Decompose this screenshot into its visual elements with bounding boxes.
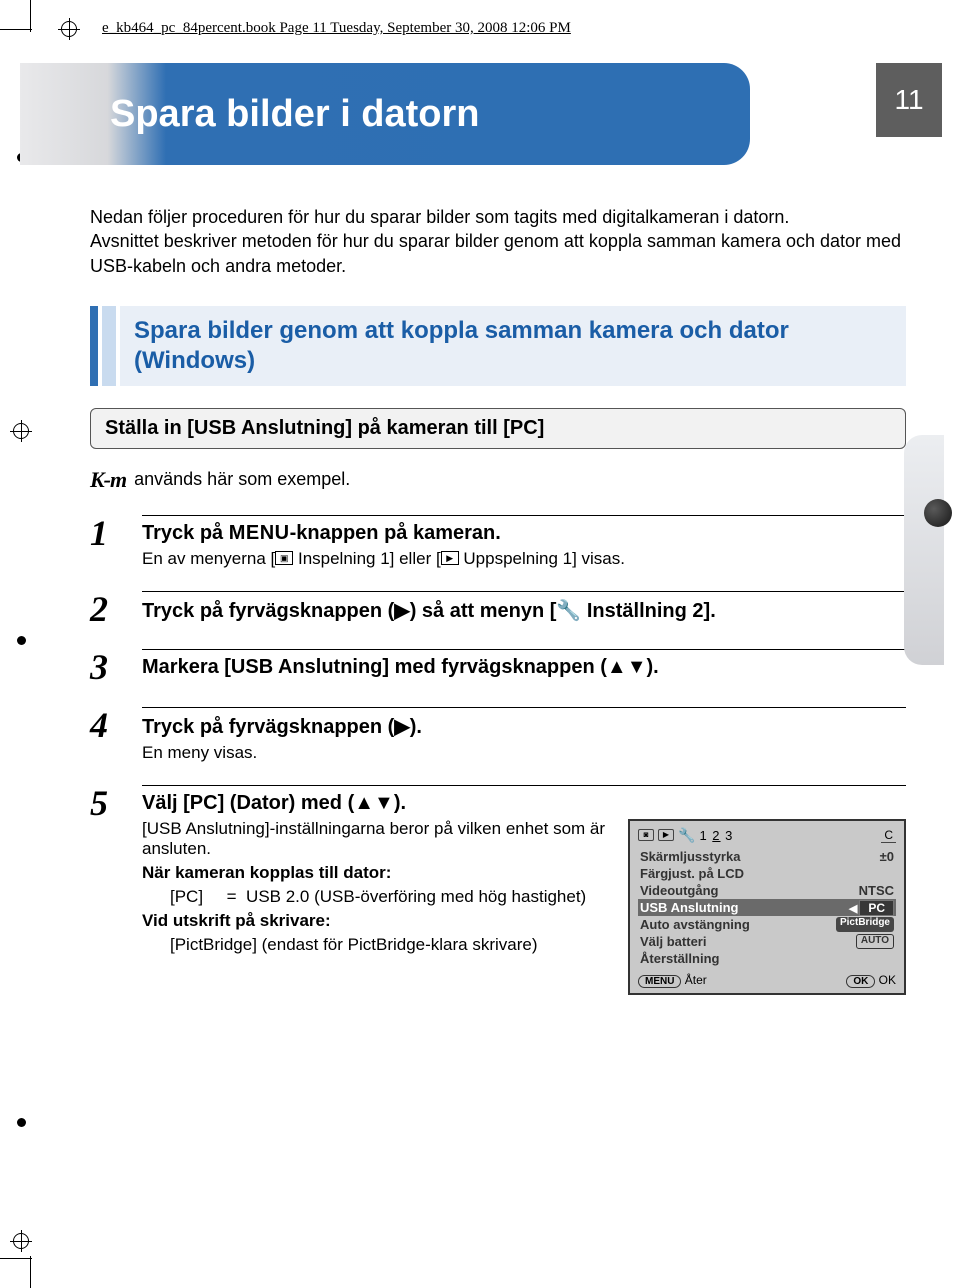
example-text: används här som exempel. [134,469,350,490]
step-title: Tryck på MENU-knappen på kameran. [142,522,906,545]
play-icon: ▶ [441,551,459,565]
page-number: 11 [894,84,923,116]
chapter-title: Spara bilder i datorn [110,93,480,136]
side-tab-dot-icon [924,499,952,527]
ok-button-label: OK [846,975,875,988]
km-logo-icon: K-m [90,467,126,493]
lcd-row-colour: Färgjust. på LCD [638,865,896,882]
menu-button-label: MENU [638,975,681,988]
page-number-box: 11 [876,63,942,137]
lcd-page-nums: 1 2 3 [699,828,733,843]
intro-paragraph: Nedan följer proceduren för hur du spara… [90,205,906,278]
step-desc: En meny visas. [142,743,906,763]
lcd-row-auto: Auto avstängning PictBridge [638,916,896,933]
step-number: 1 [90,515,122,551]
menu-label: MENU [229,522,290,544]
crop-mark [0,1258,32,1259]
crop-mark [30,1256,31,1288]
lcd-row-battery: Välj batteri AUTO [638,933,896,950]
side-thumb-tab [904,435,944,665]
step-title: Markera [USB Anslutning] med fyrvägsknap… [142,656,906,679]
heading-accent-bar [102,306,116,386]
crop-mark [0,29,32,30]
crop-mark [30,0,31,32]
step-title: Tryck på fyrvägsknappen (▶) så att menyn… [142,598,906,623]
camera-tab-icon: ◙ [638,829,654,841]
heading-accent-bar [90,306,98,386]
step-5: 5 Välj [PC] (Dator) med (▲▼). [USB Anslu… [90,785,906,995]
lcd-c-tab: C [881,828,896,843]
registration-mark-icon [10,1230,32,1252]
step-number: 5 [90,785,122,821]
lcd-tab-bar: ◙ ▶ 🔧 1 2 3 C [638,827,896,844]
lcd-row-brightness: Skärmljusstyrka ±0 [638,848,896,865]
registration-mark-icon [10,420,32,442]
lcd-bottom-bar: MENU Åter OK OK [638,971,896,987]
lcd-row-video: Videoutgång NTSC [638,882,896,899]
lcd-row-reset: Återställning [638,950,896,967]
wrench-icon: 🔧 [678,827,695,844]
page-content: Spara bilder i datorn 11 Nedan följer pr… [50,35,942,1268]
step-1: 1 Tryck på MENU-knappen på kameran. En a… [90,515,906,569]
step5-details: [USB Anslutning]-inställningarna beror p… [142,819,608,959]
step-2: 2 Tryck på fyrvägsknappen (▶) så att men… [90,591,906,627]
play-tab-icon: ▶ [658,829,674,841]
steps-list: 1 Tryck på MENU-knappen på kameran. En a… [90,515,906,995]
step-4: 4 Tryck på fyrvägsknappen (▶). En meny v… [90,707,906,763]
step-number: 2 [90,591,122,627]
binding-dot-icon [17,1118,26,1127]
step-desc: En av menyerna [▣ Inspelning 1] eller [▶… [142,549,906,569]
step-number: 4 [90,707,122,743]
chapter-title-bar: Spara bilder i datorn 11 [20,63,942,165]
binding-dot-icon [17,636,26,645]
camera-lcd-preview: ◙ ▶ 🔧 1 2 3 C Skärmljusstyrka [628,819,906,995]
step-title: Tryck på fyrvägsknappen (▶). [142,714,906,739]
section-heading: Spara bilder genom att koppla samman kam… [120,306,906,386]
sub-heading: Ställa in [USB Anslutning] på kameran ti… [90,408,906,449]
step-3: 3 Markera [USB Anslutning] med fyrvägskn… [90,649,906,685]
lcd-row-usb-selected: USB Anslutning ◀PC [638,899,896,916]
step-title: Välj [PC] (Dator) med (▲▼). [142,792,906,815]
section-heading-block: Spara bilder genom att koppla samman kam… [90,306,906,386]
step-number: 3 [90,649,122,685]
example-line: K-m används här som exempel. [90,467,906,493]
chapter-title-bg: Spara bilder i datorn [20,63,750,165]
arrow-left-icon: ◀ [849,903,857,915]
lcd-usb-value: PC [859,900,894,916]
camera-icon: ▣ [275,551,293,565]
